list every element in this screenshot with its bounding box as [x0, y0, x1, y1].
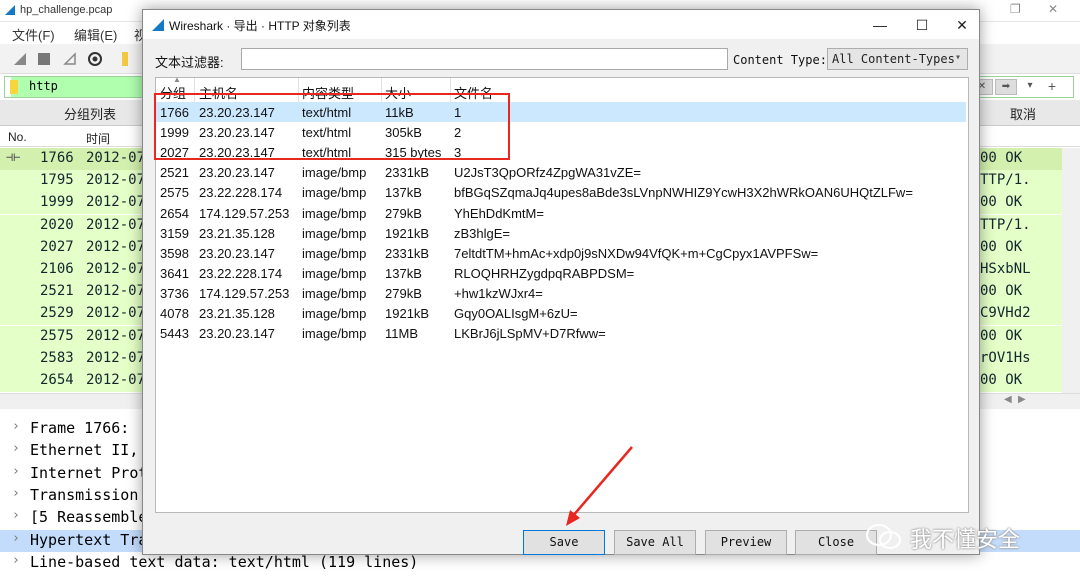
- annotation-arrow: [566, 446, 633, 526]
- wechat-icon: [866, 524, 901, 549]
- watermark: 我不懂安全: [864, 520, 1049, 554]
- watermark-text: 我不懂安全: [910, 528, 1021, 553]
